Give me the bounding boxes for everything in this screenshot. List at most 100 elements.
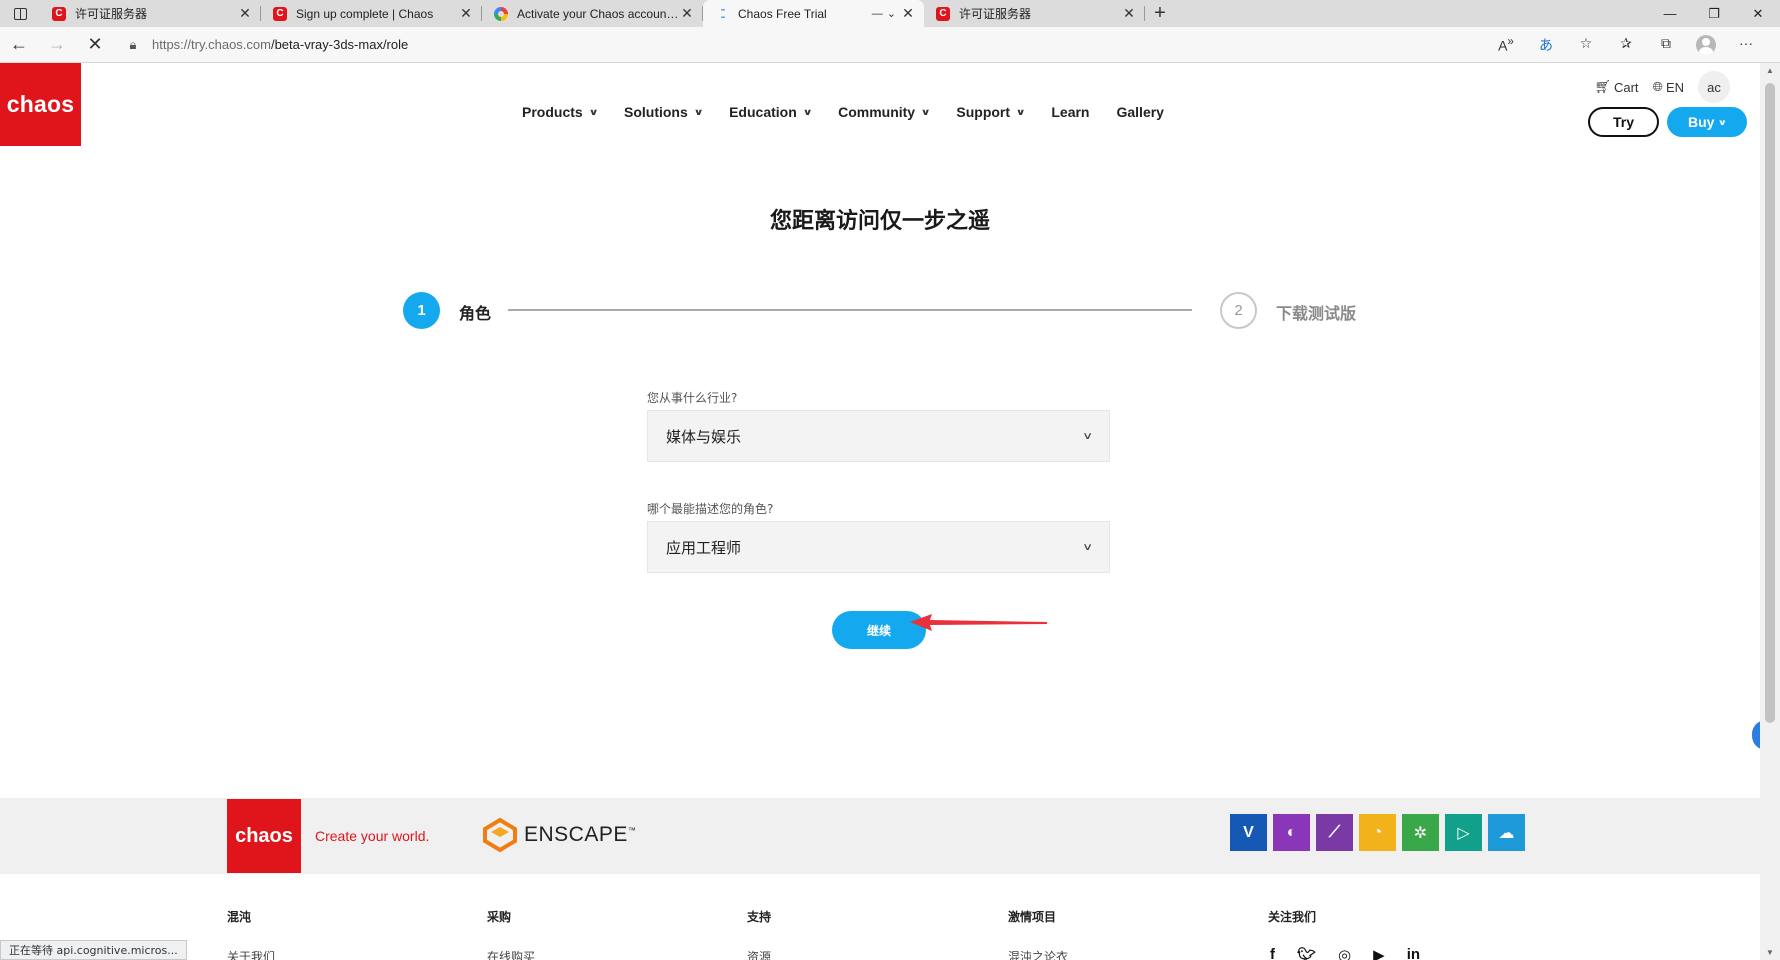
stop-loading-button[interactable]: ✕ (76, 27, 114, 63)
browser-tab-5[interactable]: C 许可证服务器 ✕ (924, 0, 1145, 27)
enscape-logo-icon[interactable] (482, 817, 518, 853)
language-selector[interactable]: 🌐︎ EN (1653, 79, 1684, 95)
tab-title: Chaos Free Trial (738, 6, 827, 21)
role-select[interactable]: 应用工程师 ∨ (647, 521, 1110, 573)
language-label: EN (1665, 79, 1684, 95)
close-icon[interactable]: ✕ (679, 5, 695, 22)
chevron-down-icon: ∨ (1081, 541, 1093, 553)
social-links: f 🐦︎ ◎ ▶ in (1270, 946, 1420, 960)
globe-icon: 🌐︎ (1652, 79, 1663, 94)
close-icon[interactable]: ✕ (1121, 5, 1137, 22)
chaos-logo[interactable]: chaos (0, 63, 81, 146)
url-field[interactable]: 🔒︎ https://try.chaos.com/beta-vray-3ds-m… (122, 31, 1486, 59)
more-menu-icon[interactable]: ··· (1726, 35, 1766, 55)
nav-gallery[interactable]: Gallery (1116, 104, 1163, 120)
nav-solutions[interactable]: Solutions ∨ (624, 104, 704, 120)
buy-button[interactable]: Buy ∨ (1667, 107, 1747, 137)
buy-label: Buy (1688, 114, 1715, 130)
industry-label: 您从事什么行业? (647, 391, 738, 405)
nav-label: Education (729, 104, 797, 120)
nav-support[interactable]: Support ∨ (956, 104, 1025, 120)
footer-link[interactable]: 混沌之论衣 (1008, 948, 1068, 960)
facebook-icon[interactable]: f (1270, 946, 1275, 960)
step-progress-line (508, 309, 1192, 311)
scrollbar-thumb[interactable] (1765, 83, 1775, 723)
favorites-icon[interactable]: ✰ (1606, 35, 1646, 55)
step-2-label: 下载测试版 (1276, 304, 1357, 323)
browser-tab-2[interactable]: C Sign up complete | Chaos ✕ (261, 0, 482, 27)
tab-actions-icon (13, 7, 27, 20)
chaos-icon: C (273, 6, 287, 21)
annotation-arrow (910, 614, 1047, 631)
nav-community[interactable]: Community ∨ (838, 104, 931, 120)
minimize-window-button[interactable]: — (1648, 0, 1692, 27)
nav-label: Products (522, 104, 583, 120)
player-product-icon[interactable]: ⟋ (1316, 814, 1353, 851)
chevron-down-icon[interactable]: ⌄ (887, 7, 896, 20)
footer-tagline: Create your world. (315, 828, 430, 844)
profile-icon[interactable] (1696, 34, 1716, 55)
close-icon[interactable]: ✕ (458, 5, 474, 22)
chevron-down-icon: ∨ (802, 106, 813, 117)
step-2-indicator: 2 (1220, 292, 1257, 329)
chevron-down-icon: ∨ (1081, 430, 1093, 442)
nav-learn[interactable]: Learn (1051, 104, 1089, 120)
scroll-up-icon[interactable]: ▲ (1765, 66, 1775, 75)
nav-education[interactable]: Education ∨ (729, 104, 813, 120)
new-tab-button[interactable]: + (1145, 0, 1175, 27)
footer-col-head: 支持 (747, 910, 772, 924)
lock-icon[interactable]: 🔒︎ (122, 37, 144, 53)
url-host: https://try.chaos.com (152, 37, 271, 52)
tab-actions-button[interactable] (0, 0, 40, 27)
instagram-icon[interactable]: ◎ (1338, 946, 1351, 960)
avatar[interactable]: ac (1698, 71, 1730, 103)
google-icon (494, 6, 508, 21)
window-controls: — ❐ ✕ (1648, 0, 1780, 27)
add-favorite-icon[interactable]: ☆ (1566, 35, 1606, 55)
try-button[interactable]: Try (1588, 107, 1659, 137)
collections-icon[interactable]: ⧉ (1646, 35, 1686, 55)
footer-link[interactable]: 关于我们 (227, 948, 275, 960)
enscape-wordmark[interactable]: ENSCAPE™ (524, 823, 636, 847)
chevron-down-icon: ∨ (920, 106, 931, 117)
vision-product-icon[interactable]: ▷ (1445, 814, 1482, 851)
close-window-button[interactable]: ✕ (1736, 0, 1780, 27)
browser-tab-1[interactable]: C 许可证服务器 ✕ (40, 0, 261, 27)
browser-tab-4-active[interactable]: ⁚⁚ Chaos Free Trial — ⌄ ✕ (703, 0, 924, 27)
back-button[interactable]: ← (0, 27, 38, 63)
footer-col-head: 混沌 (227, 910, 252, 924)
translate-icon[interactable]: あ (1526, 35, 1566, 55)
industry-select[interactable]: 媒体与娱乐 ∨ (647, 410, 1110, 462)
vray-product-icon[interactable]: V (1230, 814, 1267, 851)
enscape-label: ENSCAPE (524, 823, 628, 846)
footer-link[interactable]: 在线购买 (487, 948, 535, 960)
phoenix-product-icon[interactable]: ◐ (1273, 814, 1310, 851)
role-value: 应用工程师 (666, 538, 742, 557)
minimize-icon[interactable]: — (872, 8, 883, 20)
forward-button[interactable]: → (38, 27, 76, 63)
cart-link[interactable]: 🛒︎ Cart (1594, 79, 1638, 95)
page-scrollbar[interactable]: ▲ ▼ (1760, 63, 1780, 960)
close-icon[interactable]: ✕ (900, 5, 916, 22)
youtube-icon[interactable]: ▶ (1373, 946, 1385, 960)
footer-col-head: 激情项目 (1008, 910, 1057, 924)
footer-chaos-logo[interactable]: chaos (227, 799, 301, 873)
scroll-down-icon[interactable]: ▼ (1765, 948, 1775, 957)
close-icon[interactable]: ✕ (237, 5, 253, 22)
cloud-product-icon[interactable]: ☁︎ (1488, 814, 1525, 851)
browser-tab-3[interactable]: Activate your Chaos account - Ch ✕ (482, 0, 703, 27)
main-nav: Products ∨ Solutions ∨ Education ∨ Communit… (522, 104, 1191, 120)
restore-window-button[interactable]: ❐ (1692, 0, 1736, 27)
twitter-icon[interactable]: 🐦︎ (1297, 946, 1316, 960)
loading-icon: ⁚⁚ (720, 6, 726, 21)
nav-products[interactable]: Products ∨ (522, 104, 598, 120)
chevron-down-icon: ∨ (693, 106, 704, 117)
page-viewport: chaos 🛒︎ Cart 🌐︎ EN ac Products ∨ Solutions… (0, 63, 1760, 960)
footer-col-head: 采购 (487, 910, 512, 924)
corona-product-icon[interactable]: ◔ (1359, 814, 1396, 851)
footer-link[interactable]: 资源 (747, 948, 771, 960)
vantage-product-icon[interactable]: ✲ (1402, 814, 1439, 851)
nav-label: Community (838, 104, 916, 120)
linkedin-icon[interactable]: in (1407, 946, 1420, 960)
read-aloud-icon[interactable]: A» (1486, 35, 1526, 55)
